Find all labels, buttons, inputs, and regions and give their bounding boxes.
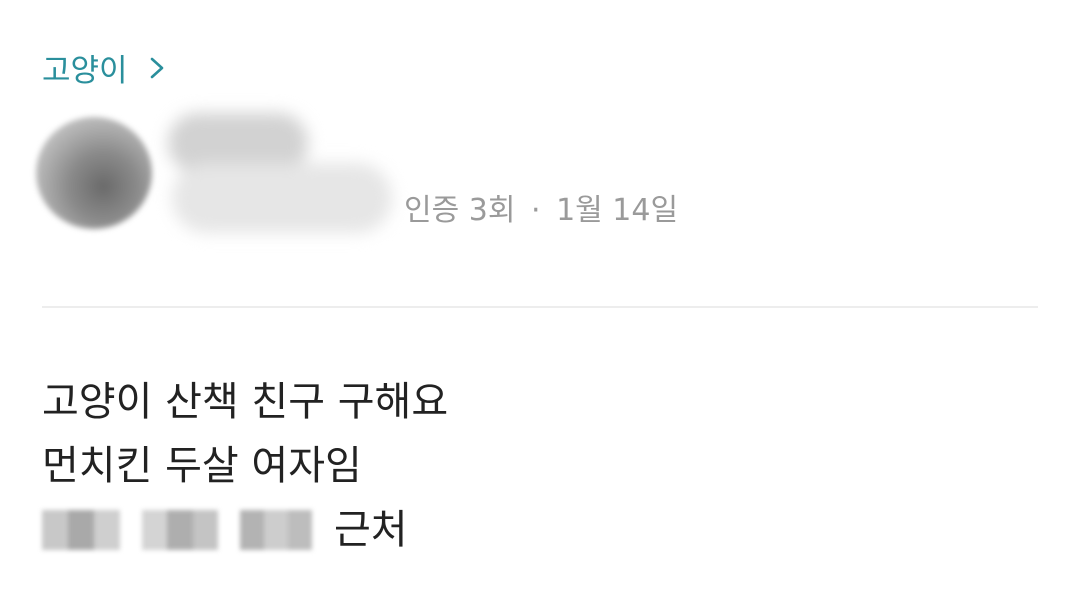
meta-separator: · (530, 193, 541, 228)
chevron-right-icon (150, 57, 163, 78)
redacted-location (142, 510, 218, 550)
redacted-location (42, 510, 120, 550)
author-meta: 인증 3회 · 1월 14일 (404, 185, 678, 229)
post-date: 1월 14일 (556, 193, 679, 228)
author-row[interactable]: 인증 3회 · 1월 14일 (36, 105, 736, 245)
redacted-location (240, 510, 312, 550)
location-suffix: 근처 (334, 507, 408, 553)
content-line: 고양이 산책 친구 구해요 (42, 379, 449, 425)
post-content: 고양이 산책 친구 구해요 먼치킨 두살 여자임 근처 (42, 370, 448, 562)
divider (42, 306, 1038, 308)
author-name-redacted (168, 113, 398, 238)
content-line: 근처 (42, 498, 448, 562)
avatar[interactable] (36, 117, 152, 229)
category-link[interactable]: 고양이 (42, 45, 170, 90)
category-label: 고양이 (42, 53, 128, 89)
verify-count: 인증 3회 (404, 193, 516, 228)
content-line: 먼치킨 두살 여자임 (42, 443, 362, 489)
